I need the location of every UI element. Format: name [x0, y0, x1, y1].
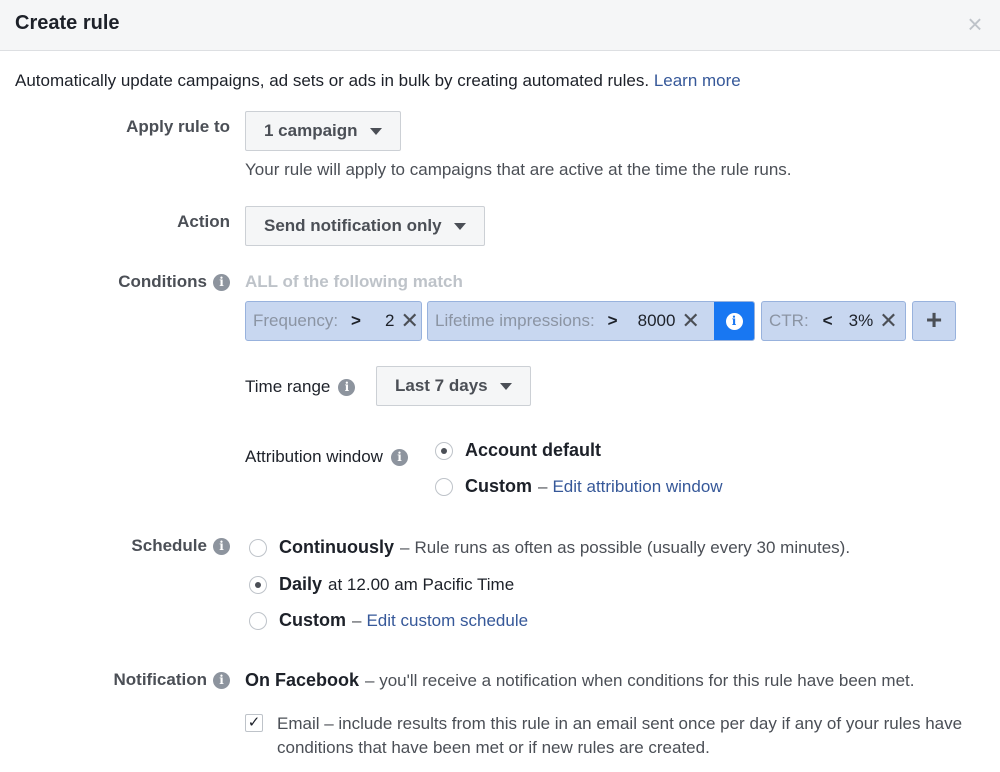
- token-value: 8000: [637, 311, 676, 330]
- time-range-label: Time range i: [245, 377, 356, 397]
- token-value: 2: [384, 311, 395, 330]
- info-icon[interactable]: i: [213, 537, 230, 555]
- token-operator: <: [822, 311, 833, 330]
- apply-rule-helper: Your rule will apply to campaigns that a…: [245, 160, 792, 179]
- action-value: Send notification only: [264, 216, 442, 235]
- radio-unchecked[interactable]: [249, 538, 267, 557]
- intro-description: Automatically update campaigns, ad sets …: [15, 71, 650, 90]
- option-description: Rule runs as often as possible (usually …: [414, 537, 851, 557]
- schedule-option-custom[interactable]: Custom – Edit custom schedule: [249, 610, 528, 631]
- on-facebook-title: On Facebook: [245, 670, 360, 690]
- option-title: Account default: [465, 440, 602, 460]
- option-title: Custom: [465, 476, 532, 496]
- token-label: Lifetime impressions:: [435, 311, 595, 330]
- token-label: Frequency:: [253, 311, 339, 330]
- notification-label-text: Notification: [113, 670, 208, 689]
- option-separator: –: [352, 610, 362, 630]
- remove-condition-icon[interactable]: ✕: [879, 310, 897, 332]
- conditions-header: ALL of the following match: [245, 272, 463, 291]
- condition-token-ctr[interactable]: CTR: < 3% ✕: [761, 301, 906, 341]
- action-label: Action: [177, 212, 230, 232]
- option-title: Daily: [279, 574, 323, 594]
- info-icon[interactable]: i: [390, 448, 408, 466]
- option-description: at 12.00 am Pacific Time: [328, 574, 515, 594]
- caret-down-icon: [499, 382, 512, 390]
- schedule-label: Schedule i: [131, 536, 230, 556]
- action-label-text: Action: [177, 212, 230, 231]
- schedule-option-continuously[interactable]: Continuously – Rule runs as often as pos…: [249, 537, 850, 558]
- info-icon[interactable]: i: [338, 378, 356, 396]
- info-icon[interactable]: i: [213, 273, 230, 291]
- attribution-window-label: Attribution window i: [245, 447, 408, 467]
- intro-text: Automatically update campaigns, ad sets …: [15, 71, 741, 91]
- conditions-label-text: Conditions: [118, 272, 207, 291]
- caret-down-icon: [369, 127, 382, 135]
- time-range-dropdown[interactable]: Last 7 days: [376, 366, 531, 406]
- token-operator: >: [351, 311, 361, 330]
- info-icon[interactable]: i: [213, 671, 230, 689]
- email-description: Email – include results from this rule i…: [277, 714, 963, 757]
- add-condition-button[interactable]: +: [912, 301, 956, 341]
- option-title: Continuously: [279, 537, 394, 557]
- option-separator: –: [538, 476, 548, 496]
- attribution-option-account-default[interactable]: Account default: [435, 440, 601, 461]
- condition-token-lifetime-impressions[interactable]: Lifetime impressions: > 8000 ✕ i: [427, 301, 755, 341]
- remove-condition-icon[interactable]: ✕: [400, 310, 418, 332]
- condition-token-frequency[interactable]: Frequency: > 2 ✕: [245, 301, 422, 341]
- schedule-label-text: Schedule: [131, 536, 207, 555]
- apply-rule-label-text: Apply rule to: [126, 117, 230, 136]
- notification-on-facebook: On Facebook – you'll receive a notificat…: [245, 670, 914, 691]
- attribution-window-label-text: Attribution window: [245, 447, 383, 466]
- action-dropdown[interactable]: Send notification only: [245, 206, 485, 246]
- option-title: Custom: [279, 610, 346, 630]
- close-icon[interactable]: ×: [962, 11, 988, 37]
- on-facebook-description: – you'll receive a notification when con…: [365, 670, 915, 690]
- radio-unchecked[interactable]: [249, 611, 267, 630]
- radio-checked[interactable]: [249, 575, 267, 594]
- apply-rule-dropdown[interactable]: 1 campaign: [245, 111, 401, 151]
- email-checkbox[interactable]: ✓: [245, 714, 263, 732]
- info-icon: i: [725, 312, 743, 330]
- time-range-label-text: Time range: [245, 377, 331, 396]
- token-info-button[interactable]: i: [714, 302, 754, 340]
- attribution-option-custom[interactable]: Custom – Edit attribution window: [435, 476, 723, 497]
- schedule-option-daily[interactable]: Daily at 12.00 am Pacific Time: [249, 574, 514, 595]
- option-separator: –: [400, 537, 410, 557]
- token-label: CTR:: [769, 311, 809, 330]
- apply-rule-label: Apply rule to: [126, 117, 230, 137]
- learn-more-link[interactable]: Learn more: [654, 71, 741, 90]
- caret-down-icon: [453, 222, 466, 230]
- dialog-header: Create rule ×: [0, 0, 1000, 51]
- dialog-title: Create rule: [15, 12, 120, 34]
- apply-rule-value: 1 campaign: [264, 121, 358, 140]
- time-range-value: Last 7 days: [395, 376, 488, 395]
- radio-unchecked[interactable]: [435, 477, 453, 496]
- edit-custom-schedule-link[interactable]: Edit custom schedule: [366, 611, 528, 631]
- token-value: 3%: [848, 311, 874, 330]
- remove-condition-icon[interactable]: ✕: [681, 310, 699, 332]
- edit-attribution-window-link[interactable]: Edit attribution window: [552, 477, 722, 497]
- token-operator: >: [607, 311, 618, 330]
- conditions-label: Conditions i: [118, 272, 230, 292]
- radio-checked[interactable]: [435, 441, 453, 460]
- notification-label: Notification i: [113, 670, 230, 690]
